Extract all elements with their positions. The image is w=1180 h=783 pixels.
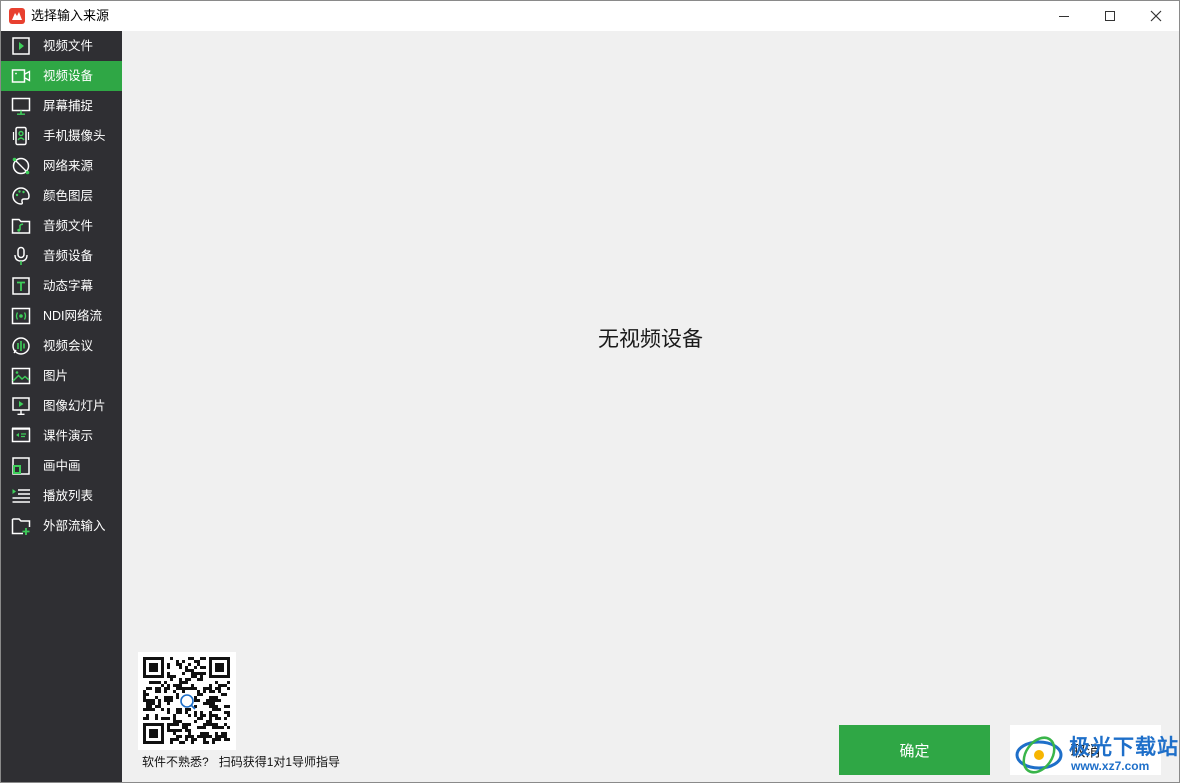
sidebar-item-dynamic-subtitle[interactable]: 动态字幕	[1, 271, 122, 301]
sidebar-item-label: 外部流输入	[43, 519, 106, 533]
qr-code-image	[138, 652, 236, 750]
minimize-button[interactable]	[1041, 1, 1087, 31]
source-type-sidebar: 视频文件 视频设备 屏幕捕捉 手机摄像头 网络来源 颜色图层 音频文件 音频设备…	[1, 31, 122, 782]
video-conference-icon	[12, 337, 30, 355]
close-icon	[1150, 10, 1162, 22]
playlist-icon	[12, 489, 30, 503]
sidebar-item-label: 动态字幕	[43, 279, 94, 293]
sidebar-item-external-stream[interactable]: 外部流输入	[1, 511, 122, 541]
watermark-logo-icon	[1015, 736, 1063, 774]
sidebar-item-label: 课件演示	[43, 429, 94, 443]
sidebar-item-image-slideshow[interactable]: 图像幻灯片	[1, 391, 122, 421]
video-file-icon	[12, 37, 30, 55]
video-device-icon	[11, 69, 31, 83]
watermark-url: www.xz7.com	[1071, 759, 1150, 773]
phone-camera-icon	[12, 126, 30, 146]
network-source-icon	[12, 157, 30, 175]
sidebar-item-label: 图像幻灯片	[43, 399, 106, 413]
sidebar-item-courseware[interactable]: 课件演示	[1, 421, 122, 451]
app-logo-icon	[9, 8, 25, 24]
microphone-icon	[14, 246, 28, 265]
dialog-window: 选择输入来源 视频文件 视频设备 屏幕捕捉 手机摄像头 网络来源 颜色图层 音频…	[0, 0, 1180, 783]
sidebar-item-label: 网络来源	[43, 159, 94, 173]
sidebar-item-network-source[interactable]: 网络来源	[1, 151, 122, 181]
maximize-button[interactable]	[1087, 1, 1133, 31]
sidebar-item-video-file[interactable]: 视频文件	[1, 31, 122, 61]
maximize-icon	[1105, 11, 1115, 21]
ndi-stream-icon	[11, 307, 31, 325]
sidebar-item-screen-capture[interactable]: 屏幕捕捉	[1, 91, 122, 121]
sidebar-item-label: 播放列表	[43, 489, 94, 503]
text-icon	[12, 277, 30, 295]
no-device-message: 无视频设备	[598, 328, 703, 351]
color-layer-icon	[12, 187, 30, 205]
sidebar-item-playlist[interactable]: 播放列表	[1, 481, 122, 511]
sidebar-item-ndi-stream[interactable]: NDI网络流	[1, 301, 122, 331]
picture-in-picture-icon	[12, 457, 30, 475]
sidebar-item-label: 音频设备	[43, 249, 94, 263]
sidebar-item-label: 屏幕捕捉	[43, 99, 94, 113]
sidebar-item-label: 视频设备	[43, 69, 94, 83]
sidebar-item-label: 音频文件	[43, 219, 94, 233]
window-title: 选择输入来源	[31, 8, 110, 23]
sidebar-item-label: 颜色图层	[43, 189, 94, 203]
sidebar-item-video-conference[interactable]: 视频会议	[1, 331, 122, 361]
help-prompt-text: 软件不熟悉?	[142, 755, 209, 769]
sidebar-item-label: 手机摄像头	[43, 129, 106, 143]
image-icon	[11, 367, 31, 385]
external-stream-icon	[11, 518, 31, 535]
sidebar-item-label: 画中画	[43, 459, 81, 473]
screen-capture-icon	[11, 97, 31, 115]
sidebar-item-color-layer[interactable]: 颜色图层	[1, 181, 122, 211]
watermark: 极光下载站 www.xz7.com	[1013, 729, 1178, 777]
sidebar-item-label: NDI网络流	[43, 309, 103, 323]
ok-button[interactable]: 确定	[839, 725, 990, 775]
sidebar-item-audio-file[interactable]: 音频文件	[1, 211, 122, 241]
audio-file-icon	[11, 218, 31, 234]
close-button[interactable]	[1133, 1, 1179, 31]
presentation-icon	[11, 427, 31, 443]
sidebar-item-label: 视频会议	[43, 339, 94, 353]
sidebar-item-picture-in-picture[interactable]: 画中画	[1, 451, 122, 481]
minimize-icon	[1059, 16, 1069, 17]
sidebar-item-label: 视频文件	[43, 39, 94, 53]
sidebar-item-image[interactable]: 图片	[1, 361, 122, 391]
title-bar[interactable]: 选择输入来源	[1, 1, 1179, 31]
tutor-guidance-text: 扫码获得1对1导师指导	[218, 755, 341, 769]
slideshow-icon	[12, 397, 30, 415]
sidebar-item-phone-camera[interactable]: 手机摄像头	[1, 121, 122, 151]
watermark-text: 极光下载站	[1069, 735, 1179, 759]
sidebar-item-video-device[interactable]: 视频设备	[1, 61, 122, 91]
sidebar-item-audio-device[interactable]: 音频设备	[1, 241, 122, 271]
sidebar-item-label: 图片	[43, 369, 69, 383]
qr-caption: 软件不熟悉? 扫码获得1对1导师指导	[142, 754, 340, 770]
